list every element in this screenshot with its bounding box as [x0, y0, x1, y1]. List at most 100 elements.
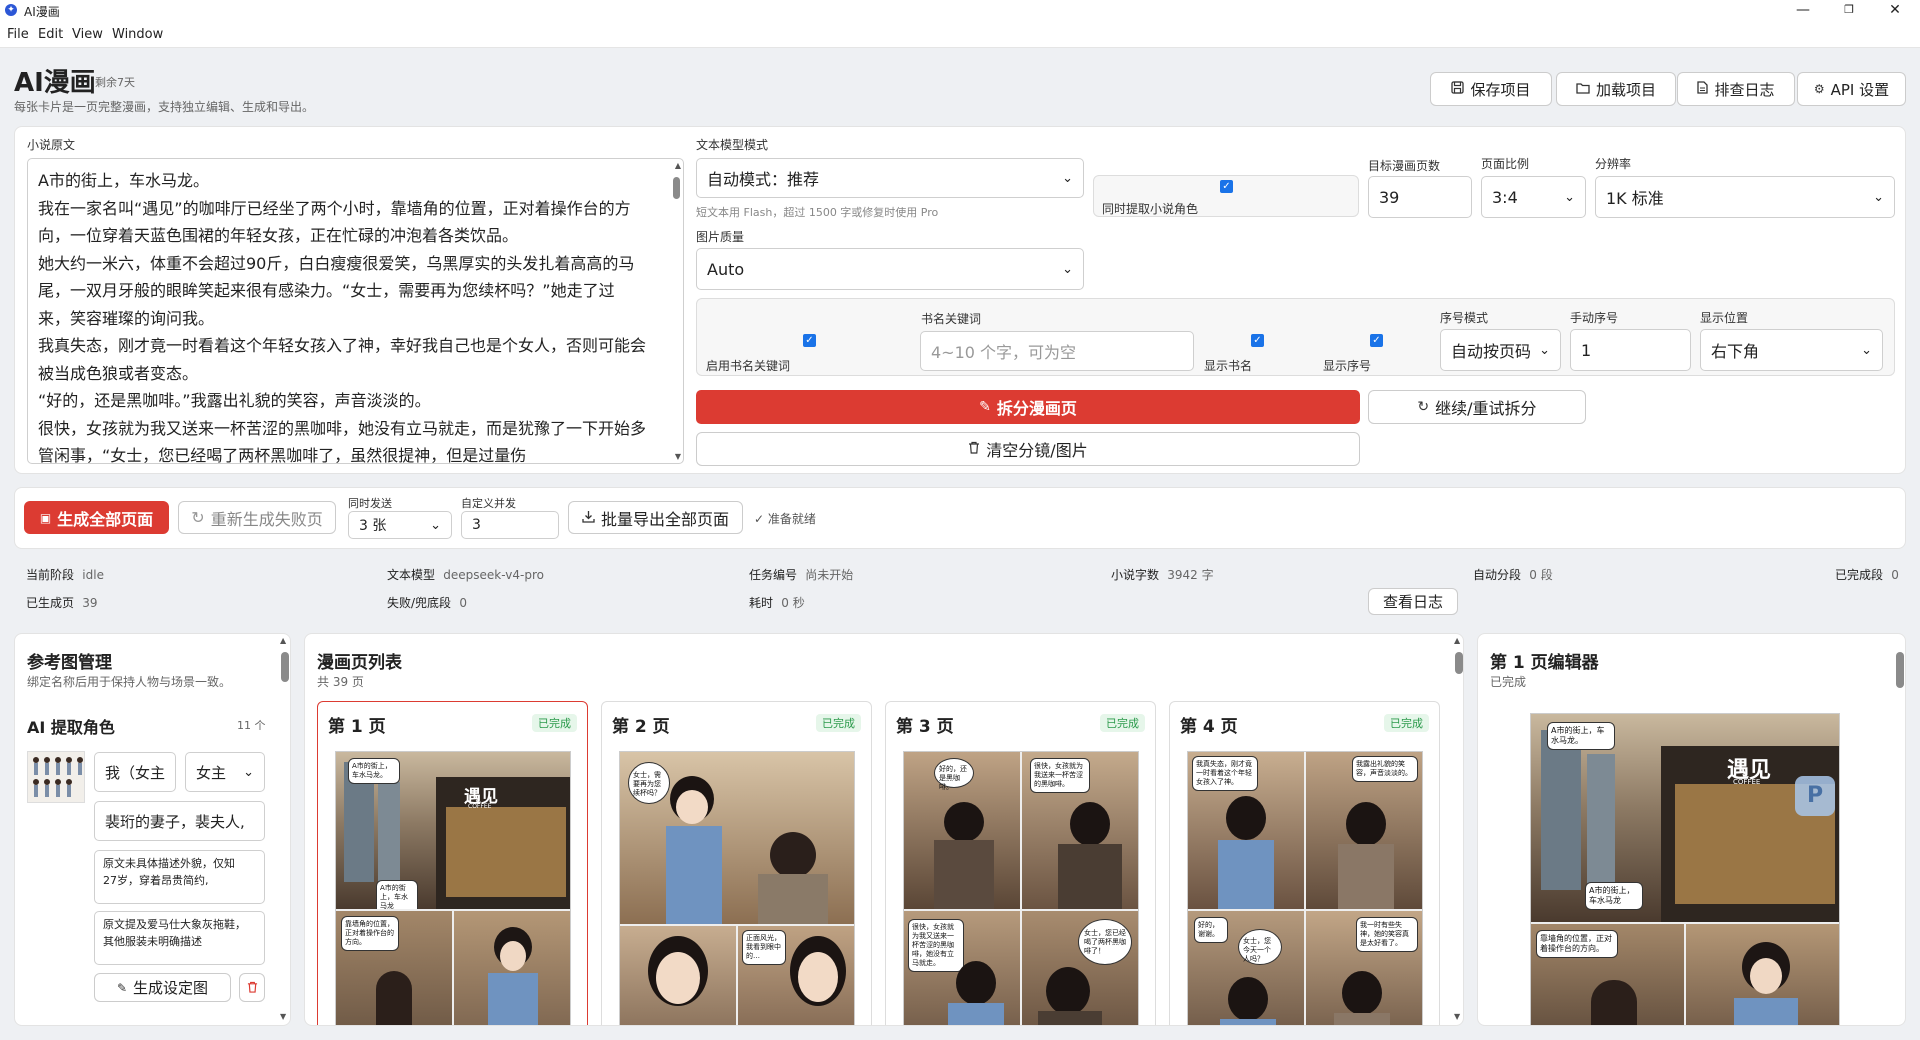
- stat-label: 任务编号: [749, 568, 798, 582]
- appearance-note-textarea[interactable]: 原文未具体描述外貌，仅知27岁，穿着昂贵简约,: [94, 850, 265, 904]
- position-select[interactable]: 右下角 ⌄: [1700, 329, 1883, 371]
- export-all-button[interactable]: 批量导出全部页面: [568, 501, 743, 534]
- manual-index-input[interactable]: 1: [1570, 329, 1691, 371]
- api-settings-button[interactable]: ⚙ API 设置: [1797, 72, 1906, 106]
- maximize-button[interactable]: ❐: [1826, 0, 1872, 22]
- minimize-button[interactable]: —: [1780, 0, 1826, 22]
- speech-bubble: 很快，女孩就为我又送来一杯苦涩的黑咖啡，她没有立马就走。: [908, 919, 964, 972]
- ratio-select[interactable]: 3:4 ⌄: [1481, 176, 1586, 218]
- close-button[interactable]: ✕: [1872, 0, 1918, 22]
- page-card-1[interactable]: 第 1 页 已完成 遇见 COFFEE A市的街上，车水马龙。 A市的街上，车水…: [317, 701, 588, 1025]
- retry-split-button[interactable]: ↻ 继续/重试拆分: [1368, 390, 1586, 424]
- character-count: 11 个: [237, 719, 266, 732]
- scroll-up-arrow[interactable]: ▲: [675, 161, 681, 170]
- stat-item: 耗时 0 秒: [749, 594, 805, 611]
- scroll-up-arrow[interactable]: ▲: [1454, 636, 1460, 645]
- outfit-note-textarea[interactable]: 原文提及爱马仕大象灰拖鞋，其他服装未明确描述: [94, 911, 265, 965]
- text-model-select[interactable]: 自动模式：推荐 ⌄: [696, 158, 1084, 198]
- enable-book-keyword-checkbox[interactable]: ✓: [803, 334, 816, 347]
- target-pages-label: 目标漫画页数: [1368, 159, 1441, 173]
- novel-line: 她大约一米六，体重不会超过90斤，白白瘦瘦很爱笑，乌黑厚实的头发扎着高高的马: [38, 253, 635, 273]
- load-project-button[interactable]: 加载项目: [1556, 72, 1676, 106]
- character-name-input[interactable]: 我（女主: [94, 752, 176, 792]
- comic-panel: 靠墙角的位置，正对着操作台的方向。: [336, 911, 452, 1025]
- pages-scrollbar[interactable]: [1455, 652, 1463, 674]
- scroll-down-arrow[interactable]: ▼: [280, 1012, 286, 1021]
- novel-textarea[interactable]: A市的街上，车水马龙。 我在一家名叫“遇见”的咖啡厅已经坐了两个小时，靠墙角的位…: [27, 158, 684, 464]
- comic-thumbnail[interactable]: 遇见 COFFEE A市的街上，车水马龙。 A市的街上，车水马龙 靠墙角的位置，…: [335, 751, 571, 1025]
- chevron-down-icon: ⌄: [1873, 189, 1884, 205]
- chevron-down-icon: ⌄: [1062, 261, 1073, 277]
- menu-window[interactable]: Window: [112, 27, 163, 42]
- page-card-4[interactable]: 第 4 页 已完成 我真失态，刚才竟一时看着这个年轻女孩入了神。 我露出礼貌的笑…: [1169, 701, 1440, 1025]
- custom-concurrent-input[interactable]: 3: [461, 511, 559, 539]
- editor-scrollbar[interactable]: [1896, 652, 1904, 688]
- stat-value: idle: [82, 568, 104, 582]
- status-badge: 已完成: [1384, 714, 1429, 732]
- watermark-box: ✓ 启用书名关键词 书名关键词 4~10 个字，可为空 ✓ 显示书名 ✓ 显示序…: [696, 298, 1895, 376]
- stat-label: 已生成页: [26, 596, 75, 610]
- show-index-checkbox[interactable]: ✓: [1370, 334, 1383, 347]
- split-comic-button[interactable]: ✎ 拆分漫画页: [696, 390, 1360, 424]
- menu-view[interactable]: View: [72, 27, 103, 42]
- comic-thumbnail[interactable]: 女士，需要再为您续杯吗？ 正面风光，我看到眼中的…: [619, 751, 855, 1025]
- speech-bubble: A市的街上，车水马龙。: [1547, 722, 1615, 750]
- generate-sheet-button[interactable]: ✎ 生成设定图: [94, 973, 231, 1002]
- reference-desc: 绑定名称后用于保持人物与场景一致。: [27, 675, 232, 689]
- novel-line: 被当成色狼或者变态。: [38, 363, 199, 383]
- character-sheet-thumbnail[interactable]: [27, 751, 85, 803]
- speech-bubble: 我真失态，刚才竟一时看着这个年轻女孩入了神。: [1192, 756, 1258, 791]
- comic-thumbnail[interactable]: 好的，还是黑咖啡。 很快，女孩就为我送来一杯苦涩的黑咖啡。 很快，女孩就为我又送…: [903, 751, 1139, 1025]
- reference-scrollbar[interactable]: [281, 652, 289, 682]
- character-role-select[interactable]: 女主 ⌄: [185, 752, 265, 792]
- scroll-down-arrow[interactable]: ▼: [1454, 1012, 1460, 1021]
- comic-panel: [1686, 924, 1839, 1025]
- concurrent-select[interactable]: 3 张 ⌄: [348, 511, 452, 539]
- character-desc-input[interactable]: 裴珩的妻子，裴夫人,: [94, 801, 265, 841]
- show-book-checkbox[interactable]: ✓: [1251, 334, 1264, 347]
- novel-text-content: A市的街上，车水马龙。 我在一家名叫“遇见”的咖啡厅已经坐了两个小时，靠墙角的位…: [38, 167, 668, 464]
- view-log-button[interactable]: 查看日志: [1368, 588, 1458, 615]
- novel-line: 管闲事，“女士，您已经喝了两杯黑咖啡了，虽然很提神，但是过量伤: [38, 446, 527, 464]
- chevron-down-icon: ⌄: [1062, 170, 1073, 186]
- speech-bubble: A市的街上，车水马龙: [1585, 882, 1643, 910]
- resolution-select[interactable]: 1K 标准 ⌄: [1595, 176, 1895, 218]
- novel-line: 我在一家名叫“遇见”的咖啡厅已经坐了两个小时，靠墙角的位置，正对着操作台的方: [38, 198, 631, 218]
- scroll-up-arrow[interactable]: ▲: [280, 636, 286, 645]
- scroll-down-arrow[interactable]: ▼: [675, 452, 681, 461]
- delete-character-button[interactable]: [239, 973, 265, 1002]
- speech-bubble: 很快，女孩就为我送来一杯苦涩的黑咖啡。: [1030, 758, 1090, 793]
- menu-edit[interactable]: Edit: [38, 27, 63, 42]
- comic-panel: 很快，女孩就为我又送来一杯苦涩的黑咖啡，她没有立马就走。: [904, 911, 1020, 1025]
- document-icon: ▣: [39, 510, 52, 525]
- generate-all-button[interactable]: ▣ 生成全部页面: [24, 501, 169, 534]
- comic-thumbnail[interactable]: 我真失态，刚才竟一时看着这个年轻女孩入了神。 我露出礼貌的笑容，声音淡淡的。 好…: [1187, 751, 1423, 1025]
- index-mode-select[interactable]: 自动按页码 ⌄: [1440, 329, 1561, 371]
- comic-panel: 靠墙角的位置，正对着操作台的方向。: [1531, 924, 1684, 1025]
- menu-file[interactable]: File: [7, 27, 29, 42]
- debug-log-button[interactable]: 排查日志: [1677, 72, 1795, 106]
- novel-scrollbar[interactable]: [673, 177, 680, 199]
- resolution-label: 分辨率: [1595, 157, 1632, 171]
- stat-item: 任务编号 尚未开始: [749, 566, 853, 583]
- save-project-button[interactable]: 保存项目: [1430, 72, 1552, 106]
- clear-storyboard-button[interactable]: 清空分镜/图片: [696, 432, 1360, 466]
- stat-label: 文本模型: [387, 568, 436, 582]
- p-logo-icon: P: [1795, 776, 1835, 816]
- export-all-label: 批量导出全部页面: [600, 509, 729, 529]
- image-quality-select[interactable]: Auto ⌄: [696, 248, 1084, 290]
- extract-chars-checkbox[interactable]: ✓: [1220, 180, 1233, 193]
- book-keyword-input[interactable]: 4~10 个字，可为空: [920, 331, 1194, 371]
- menu-bar: File Edit View Window: [0, 22, 1920, 48]
- index-mode-value: 自动按页码: [1451, 342, 1532, 361]
- trash-icon: [968, 441, 980, 457]
- regenerate-failed-button[interactable]: ↻ 重新生成失败页: [178, 501, 336, 534]
- page-card-2[interactable]: 第 2 页 已完成 女士，需要再为您续杯吗？ 正面风光，我看到眼中的…: [601, 701, 872, 1025]
- status-badge: 已完成: [532, 714, 577, 732]
- editor-comic-preview[interactable]: 遇见 COFFEE P A市的街上，车水马龙。 A市的街上，车水马龙 靠墙角的位…: [1530, 713, 1840, 1025]
- stat-label: 已完成段: [1835, 568, 1884, 582]
- page-card-title: 第 1 页: [328, 717, 386, 737]
- custom-concurrent-label: 自定义并发: [461, 497, 516, 510]
- page-card-3[interactable]: 第 3 页 已完成 好的，还是黑咖啡。 很快，女孩就为我送来一杯苦涩的黑咖啡。 …: [885, 701, 1156, 1025]
- target-pages-input[interactable]: 39: [1368, 176, 1472, 218]
